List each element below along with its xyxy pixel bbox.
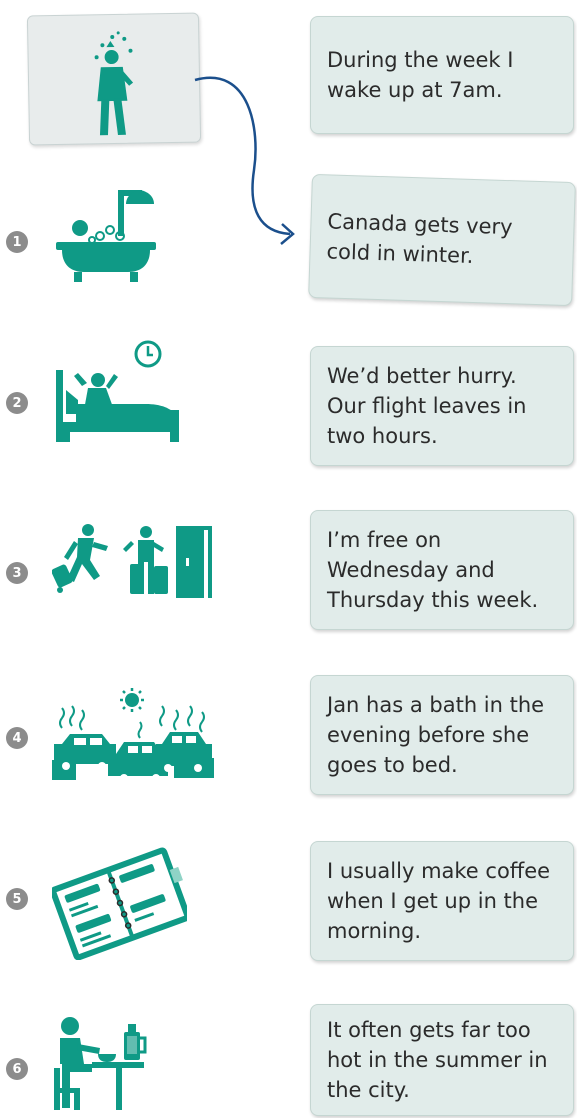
bathtub-icon	[56, 190, 156, 282]
match-arrow	[194, 76, 295, 245]
sentence-text: I’m free on Wednesday and Thursday this …	[327, 528, 539, 612]
sentence-text: I usually make coffee when I get up in t…	[327, 859, 551, 943]
example-picture-card	[26, 12, 202, 146]
sentence-card-f[interactable]: I usually make coffee when I get up in t…	[310, 841, 574, 961]
sentence-text: During the week I wake up at 7am.	[327, 48, 514, 102]
sentence-text: It often gets far too hot in the summer …	[327, 1018, 548, 1102]
diary-icon	[52, 847, 187, 960]
bed-alarm-clock-icon	[56, 340, 179, 442]
item-number-4: 4	[6, 727, 28, 749]
item-number-1: 1	[6, 231, 28, 253]
traffic-heat-icon	[52, 688, 214, 782]
sentence-card-c[interactable]: We’d better hurry. Our flight leaves in …	[310, 346, 574, 466]
breakfast-coffee-icon	[54, 1017, 147, 1110]
cold-person-icon	[94, 31, 134, 136]
travellers-luggage-icon	[52, 524, 212, 598]
sentence-text: Jan has a bath in the evening before she…	[327, 693, 545, 777]
item-number-3: 3	[6, 562, 28, 584]
item-number-2: 2	[6, 392, 28, 414]
sentence-card-e[interactable]: Jan has a bath in the evening before she…	[310, 675, 574, 795]
sentence-card-a[interactable]: During the week I wake up at 7am.	[310, 16, 574, 134]
item-number-6: 6	[6, 1058, 28, 1080]
sentence-card-d[interactable]: I’m free on Wednesday and Thursday this …	[310, 510, 574, 630]
item-number-5: 5	[6, 888, 28, 910]
sentence-text: We’d better hurry. Our flight leaves in …	[327, 364, 527, 448]
sentence-card-g[interactable]: It often gets far too hot in the summer …	[310, 1004, 574, 1116]
sentence-text: Canada gets very cold in winter.	[326, 209, 513, 268]
sentence-card-b[interactable]: Canada gets very cold in winter.	[308, 173, 576, 307]
